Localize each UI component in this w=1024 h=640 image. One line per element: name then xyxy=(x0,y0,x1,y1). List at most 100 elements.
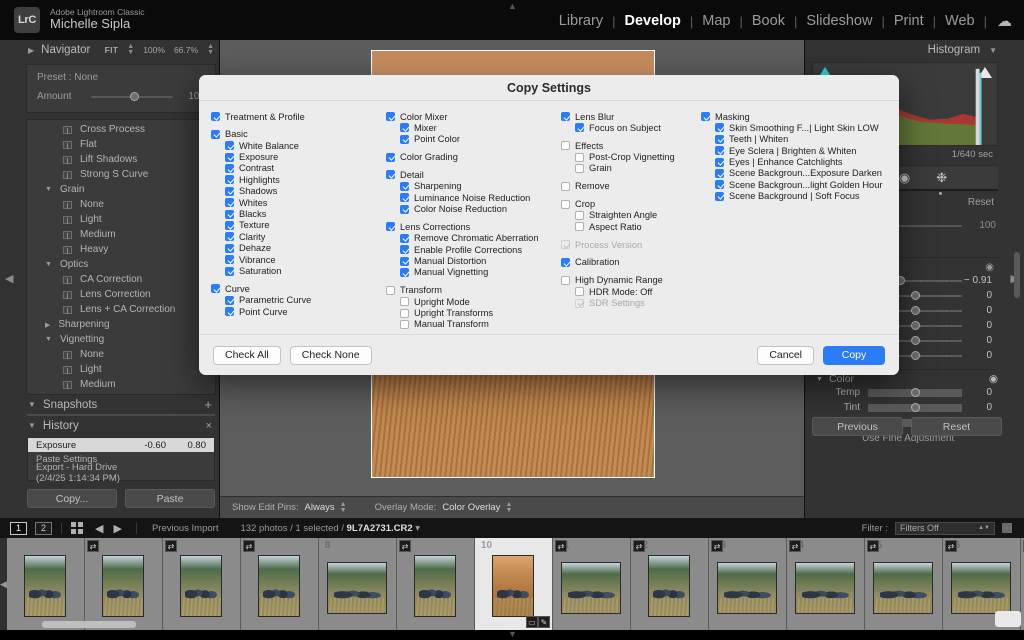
module-print[interactable]: Print xyxy=(885,13,933,29)
history-row[interactable]: Export - Hard Drive (2/4/25 1:14:34 PM) xyxy=(28,466,214,480)
checkbox-icon[interactable] xyxy=(400,257,409,266)
color-slider-row[interactable]: Temp0 xyxy=(812,385,998,400)
filmstrip-thumbnail[interactable]: 11⇄ xyxy=(553,538,631,630)
filmstrip-corner-nub[interactable] xyxy=(995,611,1021,627)
checkbox-icon[interactable] xyxy=(400,123,409,132)
settings-checkbox-row[interactable]: Color Mixer xyxy=(386,111,555,122)
filmstrip-prev-icon[interactable]: ◀ xyxy=(0,538,7,630)
checkbox-icon[interactable] xyxy=(386,286,395,295)
show-edit-pins-stepper-icon[interactable]: ▲▼ xyxy=(340,502,347,513)
checkbox-icon[interactable] xyxy=(386,222,395,231)
preset-item[interactable]: Cross Process xyxy=(27,122,215,137)
slider-track[interactable] xyxy=(868,404,962,412)
overlay-mode-value[interactable]: Color Overlay xyxy=(442,502,500,513)
settings-checkbox-row[interactable]: Upright Transforms xyxy=(386,308,555,319)
checkbox-icon[interactable] xyxy=(211,284,220,293)
filmstrip-scrollbar[interactable] xyxy=(42,621,136,628)
add-snapshot-icon[interactable]: + xyxy=(204,397,212,412)
checkbox-icon[interactable] xyxy=(400,268,409,277)
copy-settings-confirm-button[interactable]: Copy xyxy=(823,346,885,365)
filmstrip[interactable]: ◀ 5⇄6⇄7⇄89⇄10▭✎11⇄12⇄13⇄14⇄15⇄16⇄17⇄ ▶ xyxy=(0,538,1024,630)
checkbox-icon[interactable] xyxy=(386,170,395,179)
slider-knob[interactable] xyxy=(911,321,920,330)
cancel-button[interactable]: Cancel xyxy=(757,346,814,365)
top-panel-toggle-icon[interactable]: ▲ xyxy=(508,1,517,11)
filmstrip-thumbnail[interactable]: 8 xyxy=(319,538,397,630)
masking-icon[interactable]: ❉ xyxy=(936,170,947,186)
checkbox-icon[interactable] xyxy=(225,267,234,276)
settings-checkbox-row[interactable]: Mixer xyxy=(386,123,555,134)
redeye-icon[interactable]: ◉ xyxy=(899,170,910,186)
checkbox-icon[interactable] xyxy=(561,258,570,267)
preset-item[interactable]: Lens Correction xyxy=(27,287,215,302)
checkbox-icon[interactable] xyxy=(225,175,234,184)
clear-history-icon[interactable]: × xyxy=(206,420,212,432)
checkbox-icon[interactable] xyxy=(225,187,234,196)
virtual-copy-badge-icon[interactable]: ⇄ xyxy=(789,540,801,552)
preset-item[interactable]: Strong S Curve xyxy=(27,167,215,182)
settings-checkbox-row[interactable]: Eyes | Enhance Catchlights xyxy=(701,157,883,168)
preset-item[interactable]: Lens + CA Correction xyxy=(27,302,215,317)
preset-group[interactable]: ▼Vignetting xyxy=(27,332,215,347)
checkbox-icon[interactable] xyxy=(575,123,584,132)
settings-checkbox-row[interactable]: Straighten Angle xyxy=(561,210,695,221)
settings-checkbox-row[interactable]: Highlights xyxy=(211,174,380,185)
settings-checkbox-row[interactable]: Crop xyxy=(561,199,695,210)
left-panel-collapse-icon[interactable]: ◀ xyxy=(5,272,13,285)
settings-checkbox-row[interactable]: Eye Sclera | Brighten & Whiten xyxy=(701,145,883,156)
settings-checkbox-row[interactable]: Color Grading xyxy=(386,152,555,163)
module-map[interactable]: Map xyxy=(693,13,739,29)
checkbox-icon[interactable] xyxy=(701,112,710,121)
filmstrip-thumbnail[interactable]: 5⇄ xyxy=(85,538,163,630)
virtual-copy-badge-icon[interactable]: ⇄ xyxy=(243,540,255,552)
checkbox-icon[interactable] xyxy=(400,234,409,243)
settings-checkbox-row[interactable]: Masking xyxy=(701,111,883,122)
settings-checkbox-row[interactable]: Manual Vignetting xyxy=(386,267,555,278)
nav-fit-stepper-icon[interactable]: ▲▼ xyxy=(127,44,134,55)
filmstrip-thumbnail[interactable]: 12⇄ xyxy=(631,538,709,630)
preset-item[interactable]: Heavy xyxy=(27,242,215,257)
checkbox-icon[interactable] xyxy=(400,182,409,191)
nav-zoom-stepper-icon[interactable]: ▲▼ xyxy=(207,44,214,55)
virtual-copy-badge-icon[interactable]: ⇄ xyxy=(555,540,567,552)
go-back-icon[interactable]: ◀ xyxy=(95,522,103,535)
settings-checkbox-row[interactable]: Curve xyxy=(211,283,380,294)
settings-checkbox-row[interactable]: Basic xyxy=(211,129,380,140)
module-library[interactable]: Library xyxy=(550,13,612,29)
slider-knob[interactable] xyxy=(911,291,920,300)
virtual-copy-badge-icon[interactable]: ⇄ xyxy=(165,540,177,552)
settings-checkbox-row[interactable]: Blacks xyxy=(211,209,380,220)
checkbox-icon[interactable] xyxy=(400,135,409,144)
settings-checkbox-row[interactable]: Texture xyxy=(211,220,380,231)
filmstrip-thumbnail[interactable]: 13⇄ xyxy=(709,538,787,630)
checkbox-icon[interactable] xyxy=(715,146,724,155)
color-visibility-icon[interactable]: ◉ xyxy=(989,373,998,385)
settings-checkbox-row[interactable]: Focus on Subject xyxy=(561,123,695,134)
virtual-copy-badge-icon[interactable]: ⇄ xyxy=(867,540,879,552)
checkbox-icon[interactable] xyxy=(575,287,584,296)
preset-item[interactable]: Flat xyxy=(27,137,215,152)
nav-fit-label[interactable]: FIT xyxy=(105,45,119,55)
checkbox-icon[interactable] xyxy=(225,153,234,162)
checkbox-icon[interactable] xyxy=(225,221,234,230)
slider-knob[interactable] xyxy=(911,388,920,397)
settings-checkbox-row[interactable]: Vibrance xyxy=(211,254,380,265)
slider-knob[interactable] xyxy=(911,336,920,345)
settings-checkbox-row[interactable]: Clarity xyxy=(211,231,380,242)
filmstrip-thumbnail[interactable]: 6⇄ xyxy=(163,538,241,630)
settings-checkbox-row[interactable]: Parametric Curve xyxy=(211,295,380,306)
settings-checkbox-row[interactable]: Contrast xyxy=(211,163,380,174)
preset-item[interactable]: None xyxy=(27,347,215,362)
history-row[interactable]: Exposure-0.600.80 xyxy=(28,438,214,452)
bottom-panel-toggle-icon[interactable]: ▼ xyxy=(508,629,517,639)
module-slideshow[interactable]: Slideshow xyxy=(797,13,881,29)
checkbox-icon[interactable] xyxy=(225,210,234,219)
checkbox-icon[interactable] xyxy=(575,222,584,231)
settings-checkbox-row[interactable]: Lens Corrections xyxy=(386,221,555,232)
settings-checkbox-row[interactable]: Detail xyxy=(386,170,555,181)
right-panel-scrollbar[interactable] xyxy=(1014,252,1020,298)
filmstrip-thumbnail[interactable]: 14⇄ xyxy=(787,538,865,630)
edited-badge-icon[interactable]: ✎ xyxy=(538,616,550,628)
settings-checkbox-row[interactable]: HDR Mode: Off xyxy=(561,286,695,297)
module-picker[interactable]: Library|Develop|Map|Book|Slideshow|Print… xyxy=(550,12,1012,30)
